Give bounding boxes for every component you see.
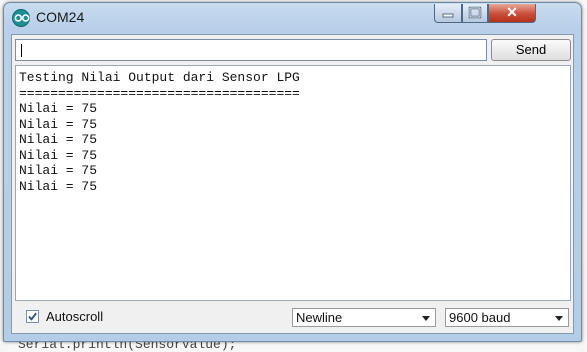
autoscroll-checkbox[interactable]	[26, 310, 39, 323]
serial-output[interactable]: Testing Nilai Output dari Sensor LPG ===…	[15, 65, 571, 301]
serial-input[interactable]	[15, 39, 487, 61]
serial-monitor-body: Send Testing Nilai Output dari Sensor LP…	[11, 34, 574, 334]
baud-rate-value: 9600 baud	[449, 310, 511, 325]
output-line: Nilai = 75	[19, 178, 98, 194]
chevron-down-icon	[555, 316, 563, 321]
minimize-button[interactable]	[434, 4, 462, 23]
autoscroll-label[interactable]: Autoscroll	[46, 309, 103, 324]
line-ending-value: Newline	[296, 310, 343, 325]
close-icon: ✕	[506, 4, 518, 20]
maximize-button[interactable]	[462, 4, 488, 23]
chevron-down-icon	[422, 316, 430, 321]
title-bar[interactable]: COM24 ✕	[4, 3, 581, 33]
output-line: Nilai = 75	[19, 147, 98, 163]
checkmark-icon	[28, 312, 37, 321]
close-button[interactable]: ✕	[488, 4, 536, 23]
minimize-icon	[442, 13, 454, 18]
baud-rate-select[interactable]: 9600 baud	[445, 308, 569, 327]
output-line: Nilai = 75	[19, 116, 98, 132]
serial-output-text: Testing Nilai Output dari Sensor LPG ===…	[16, 66, 570, 194]
maximize-icon	[468, 6, 482, 19]
status-controls: Autoscroll Newline 9600 baud	[12, 301, 573, 333]
output-line: Nilai = 75	[19, 163, 98, 178]
output-line: Nilai = 75	[19, 101, 98, 116]
output-line: Testing Nilai Output dari Sensor LPG	[19, 70, 300, 85]
serial-monitor-window: COM24 ✕ Send Testing Nilai Output dari S…	[3, 2, 582, 342]
output-line: Nilai = 75	[19, 132, 98, 147]
output-line: ====================================	[19, 85, 300, 101]
window-title: COM24	[36, 9, 85, 25]
send-button[interactable]: Send	[491, 39, 571, 61]
line-ending-select[interactable]: Newline	[292, 308, 436, 327]
text-caret	[21, 44, 22, 57]
arduino-icon	[12, 9, 30, 27]
